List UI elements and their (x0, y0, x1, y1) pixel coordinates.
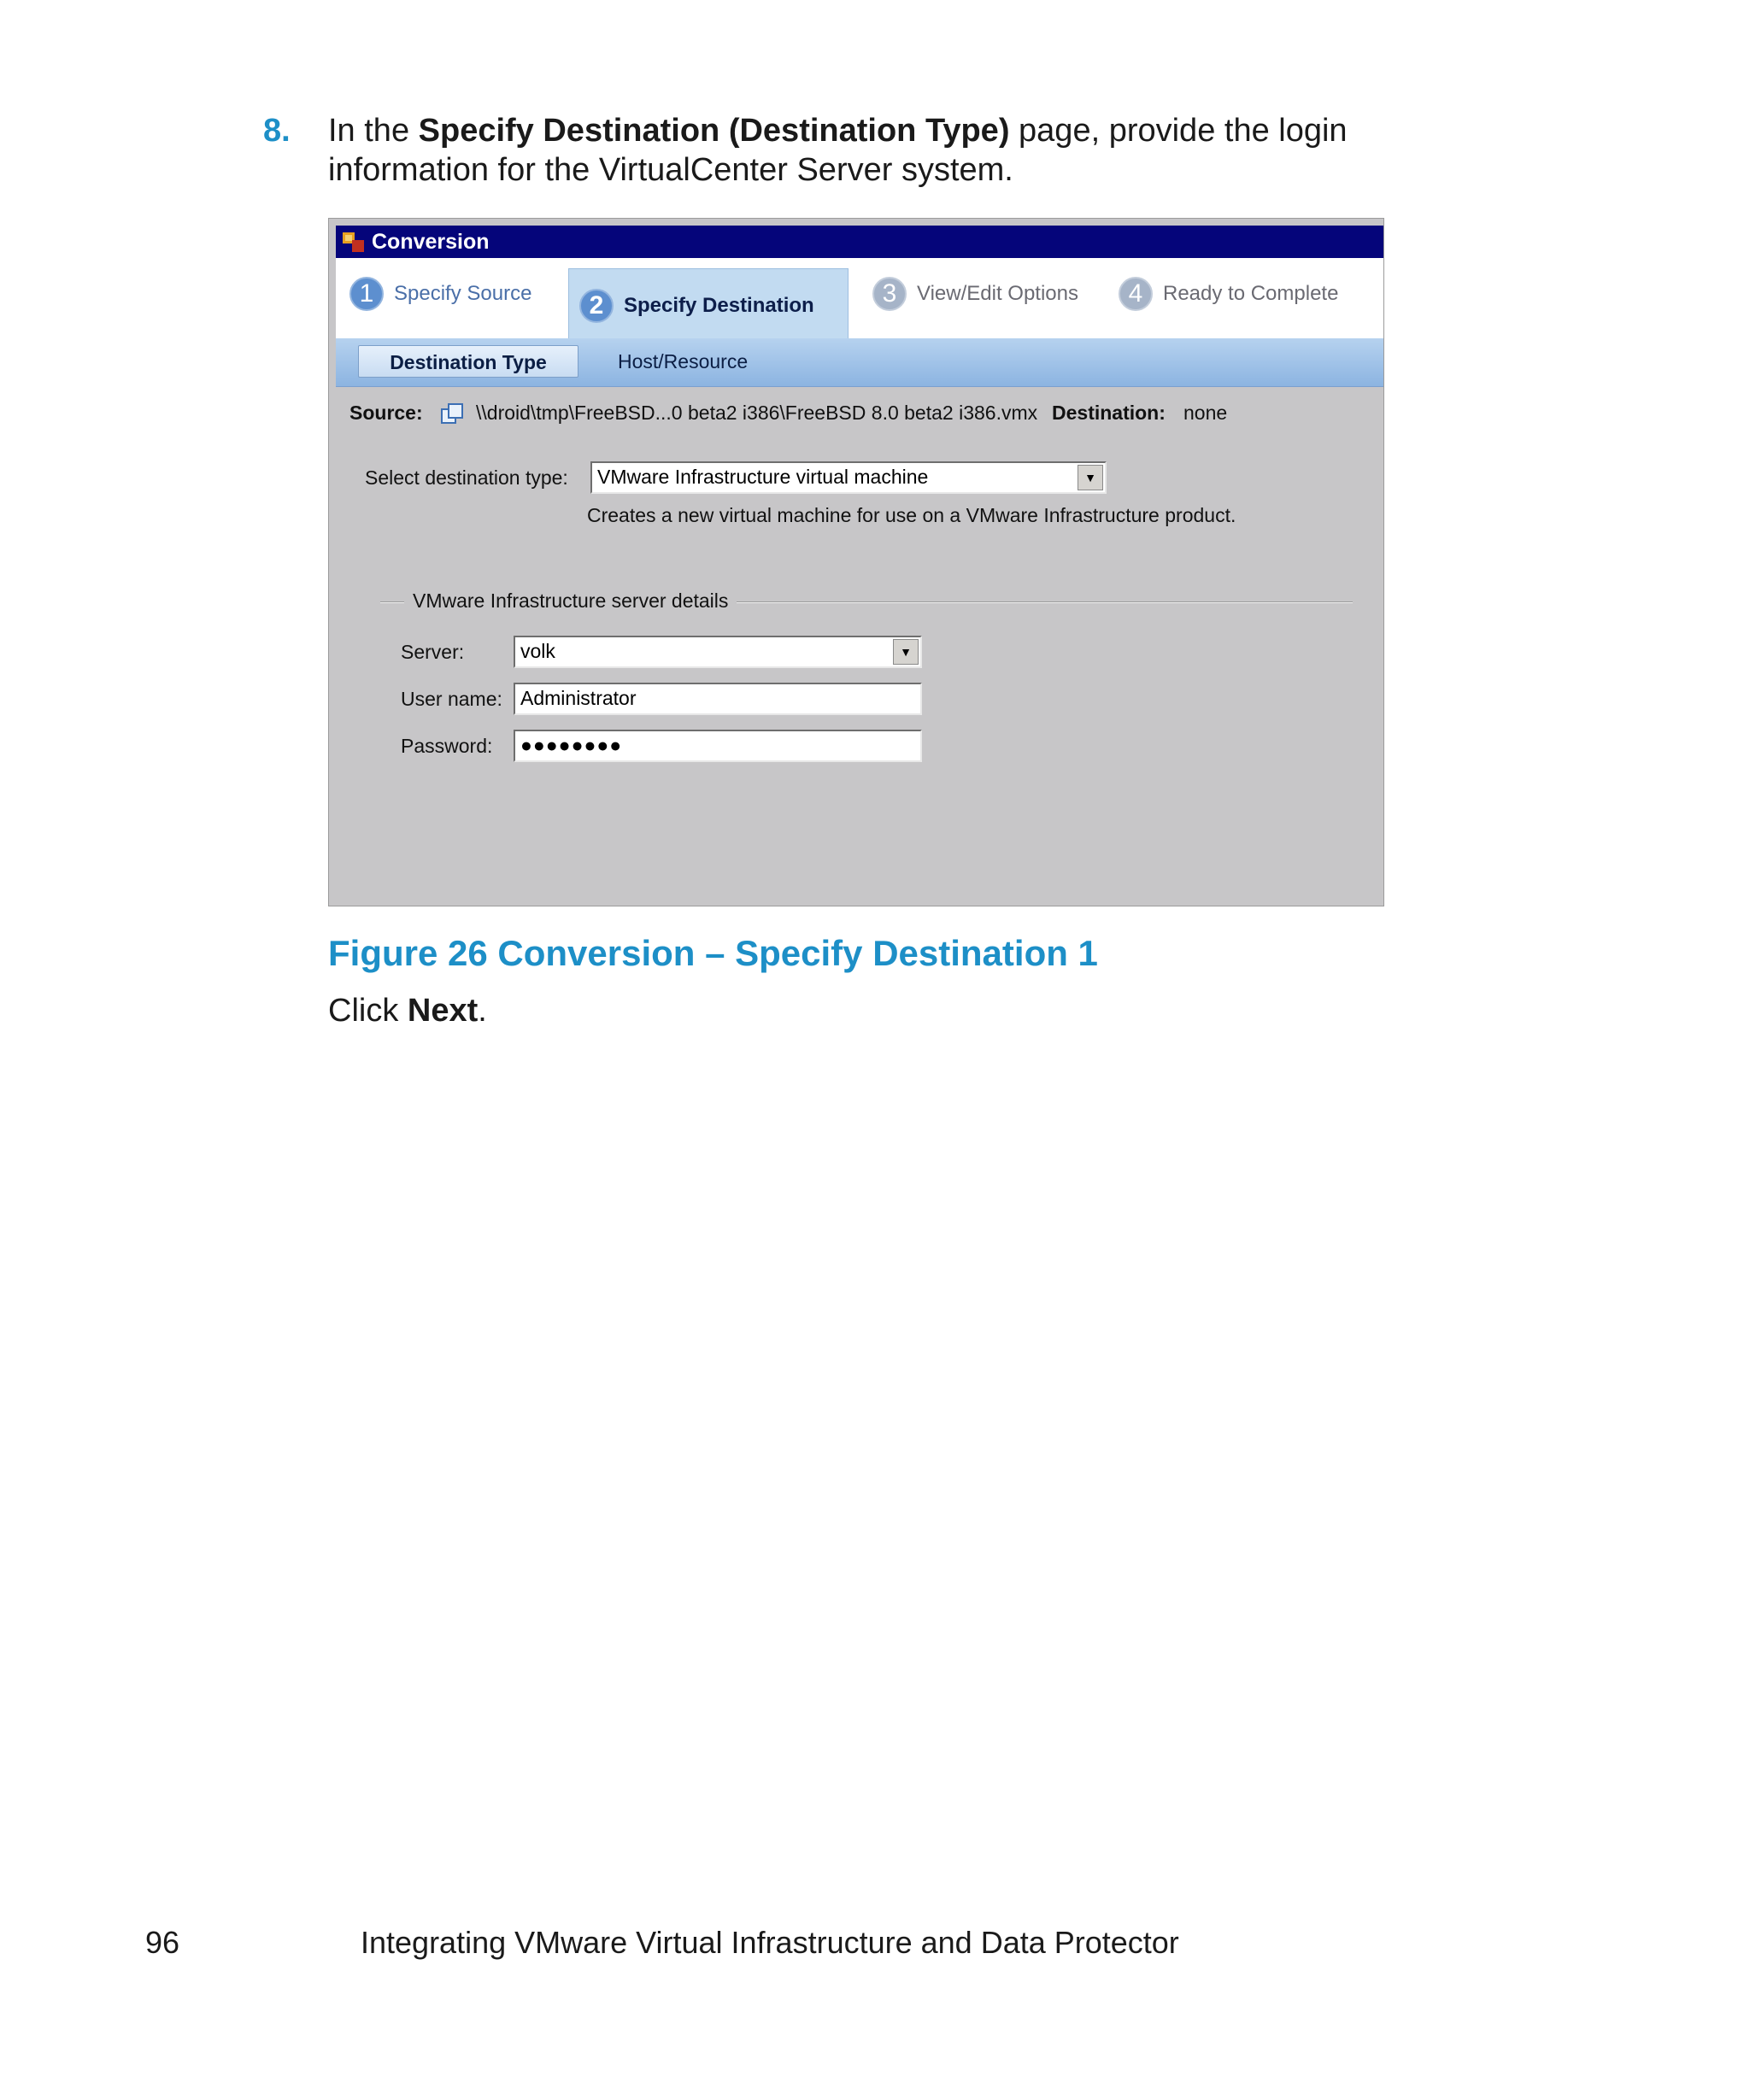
window-title: Conversion (372, 230, 490, 254)
server-combobox[interactable]: volk ▼ (514, 636, 922, 668)
chevron-down-icon[interactable]: ▼ (893, 639, 919, 665)
app-icon (343, 232, 364, 252)
step-tab-ready-to-complete[interactable]: 4 Ready to Complete (1119, 263, 1338, 325)
step-3-icon: 3 (872, 277, 907, 311)
server-value: volk (520, 640, 555, 662)
step-text-before: In the (328, 113, 419, 149)
step-tab-label: Specify Destination (624, 293, 814, 317)
figure-caption: Figure 26 Conversion – Specify Destinati… (328, 933, 1098, 973)
destination-value: none (1183, 402, 1228, 424)
dest-type-selected: VMware Infrastructure virtual machine (597, 466, 929, 488)
conversion-window: Conversion 1 Specify Source 2 Specify De… (328, 218, 1384, 906)
vm-file-icon (441, 403, 463, 424)
step-tab-label: Specify Source (394, 282, 532, 305)
step-2-icon: 2 (579, 288, 614, 323)
subtab-destination-type[interactable]: Destination Type (358, 345, 578, 378)
step-tab-label: Ready to Complete (1163, 282, 1339, 305)
source-path: \\droid\tmp\FreeBSD...0 beta2 i386\FreeB… (476, 402, 1038, 424)
instruction-bold: Next (407, 993, 479, 1029)
step-4-icon: 4 (1119, 277, 1153, 311)
footer-title: Integrating VMware Virtual Infrastructur… (361, 1925, 1179, 1960)
instruction: Click Next. (328, 993, 487, 1029)
instruction-suffix: . (478, 993, 487, 1029)
password-input[interactable]: ●●●●●●●● (514, 730, 922, 762)
step-tab-specify-source[interactable]: 1 Specify Source (349, 263, 531, 325)
dest-type-select[interactable]: VMware Infrastructure virtual machine ▼ (590, 461, 1107, 494)
username-input[interactable]: Administrator (514, 683, 922, 715)
step-number: 8. (263, 113, 291, 149)
username-label: User name: (401, 688, 502, 710)
chevron-down-icon[interactable]: ▼ (1078, 465, 1103, 490)
step-tab-view-edit-options[interactable]: 3 View/Edit Options (872, 263, 1078, 325)
step-tab-label: View/Edit Options (917, 282, 1078, 305)
sub-navigation: Destination Type Host/Resource (336, 338, 1383, 387)
title-bar: Conversion (336, 226, 1383, 258)
step-1-icon: 1 (349, 277, 384, 311)
source-label: Source: (349, 402, 423, 424)
page-number: 96 (145, 1925, 180, 1960)
destination-label: Destination: (1052, 402, 1166, 424)
password-label: Password: (401, 735, 493, 757)
dest-type-label: Select destination type: (365, 466, 568, 489)
dest-type-description: Creates a new virtual machine for use on… (587, 504, 1236, 526)
wizard-steps: 1 Specify Source 2 Specify Destination 3… (336, 258, 1383, 342)
step-text-bold: Specify Destination (Destination Type) (418, 113, 1010, 149)
source-row: Source: (349, 402, 423, 425)
instruction-prefix: Click (328, 993, 408, 1029)
step-text: In the Specify Destination (Destination … (328, 111, 1465, 190)
step-tab-specify-destination[interactable]: 2 Specify Destination (568, 268, 849, 342)
group-title: VMware Infrastructure server details (404, 590, 737, 613)
server-label: Server: (401, 641, 465, 663)
subtab-host-resource[interactable]: Host/Resource (618, 345, 748, 378)
destination-row: Destination: (1052, 402, 1166, 425)
